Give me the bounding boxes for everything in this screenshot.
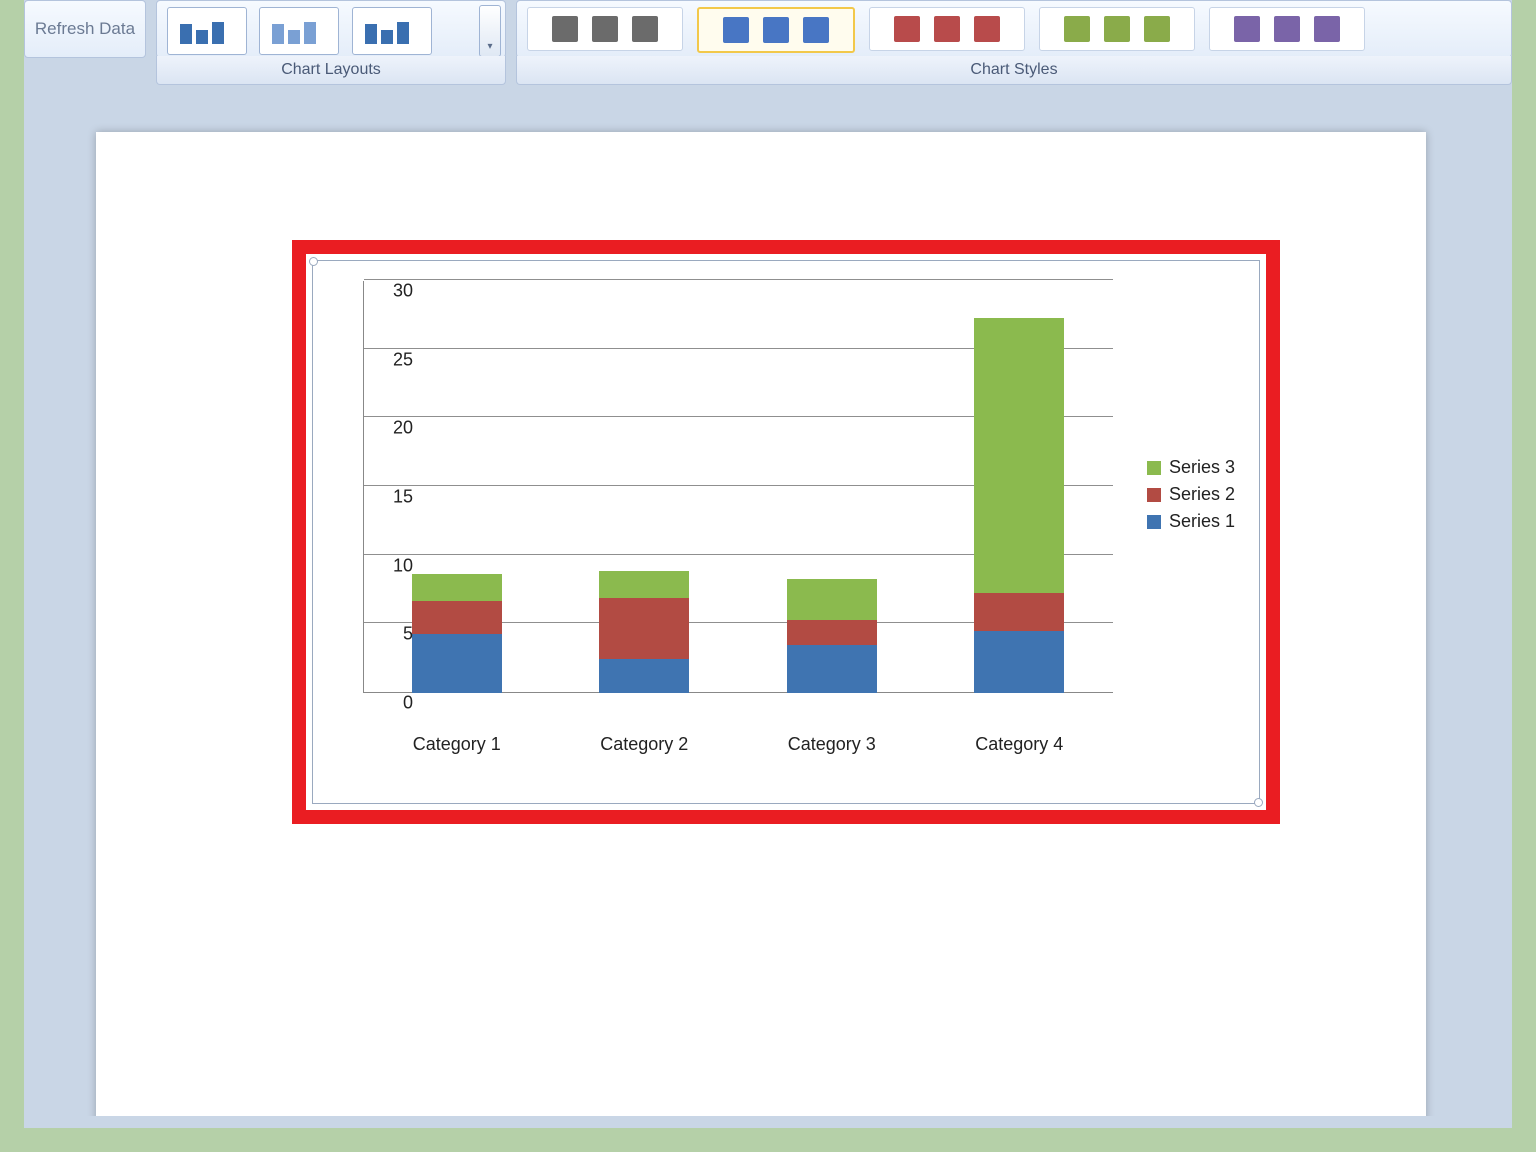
x-category-label: Category 4 bbox=[926, 734, 1114, 755]
chart-layouts-group: ▾ bbox=[156, 0, 506, 58]
chart-plot-area: Category 1Category 2Category 3Category 4… bbox=[363, 281, 1113, 721]
bar-segment bbox=[599, 571, 689, 598]
chart-layouts-label: Chart Layouts bbox=[156, 56, 506, 85]
y-tick-label: 15 bbox=[385, 487, 413, 508]
bar-segment bbox=[412, 634, 502, 693]
document-area: Category 1Category 2Category 3Category 4… bbox=[36, 100, 1500, 1116]
chart-bars bbox=[363, 281, 1113, 693]
layout-thumb-2[interactable] bbox=[259, 7, 339, 55]
ribbon: Refresh Data ▾ Chart Layouts bbox=[24, 0, 1512, 90]
x-category-label: Category 1 bbox=[363, 734, 551, 755]
bar-segment bbox=[599, 659, 689, 693]
layout-thumb-1[interactable] bbox=[167, 7, 247, 55]
layout-thumb-3[interactable] bbox=[352, 7, 432, 55]
bar-segment bbox=[412, 574, 502, 601]
bar-segment bbox=[974, 318, 1064, 593]
legend-item: Series 3 bbox=[1147, 457, 1235, 478]
chart-style-1[interactable] bbox=[527, 7, 683, 51]
bar-segment bbox=[412, 601, 502, 634]
y-tick-label: 5 bbox=[385, 624, 413, 645]
chart-highlight-frame: Category 1Category 2Category 3Category 4… bbox=[292, 240, 1280, 824]
legend-item: Series 2 bbox=[1147, 484, 1235, 505]
chart-style-5[interactable] bbox=[1209, 7, 1365, 51]
bar-segment bbox=[787, 645, 877, 693]
y-tick-label: 10 bbox=[385, 555, 413, 576]
x-category-label: Category 2 bbox=[551, 734, 739, 755]
y-tick-label: 0 bbox=[385, 693, 413, 714]
chart-style-4[interactable] bbox=[1039, 7, 1195, 51]
chart-styles-label: Chart Styles bbox=[516, 56, 1512, 85]
chart-style-2[interactable] bbox=[697, 7, 855, 53]
y-tick-label: 25 bbox=[385, 349, 413, 370]
chart-legend: Series 3 Series 2 Series 1 bbox=[1147, 451, 1235, 538]
bar-segment bbox=[974, 631, 1064, 693]
x-category-label: Category 3 bbox=[738, 734, 926, 755]
refresh-data-label: Refresh Data bbox=[35, 20, 135, 38]
chart-object[interactable]: Category 1Category 2Category 3Category 4… bbox=[312, 260, 1260, 804]
bar-segment bbox=[787, 620, 877, 645]
bar-segment bbox=[974, 593, 1064, 631]
legend-item: Series 1 bbox=[1147, 511, 1235, 532]
chart-styles-group bbox=[516, 0, 1512, 58]
refresh-data-button[interactable]: Refresh Data bbox=[24, 0, 146, 58]
y-tick-label: 30 bbox=[385, 281, 413, 302]
layouts-more-dropdown[interactable]: ▾ bbox=[479, 5, 501, 57]
document-page[interactable]: Category 1Category 2Category 3Category 4… bbox=[96, 132, 1426, 1116]
y-tick-label: 20 bbox=[385, 418, 413, 439]
chart-style-3[interactable] bbox=[869, 7, 1025, 51]
chart-x-labels: Category 1Category 2Category 3Category 4 bbox=[363, 697, 1113, 725]
bar-segment bbox=[599, 598, 689, 658]
bar-segment bbox=[787, 579, 877, 620]
